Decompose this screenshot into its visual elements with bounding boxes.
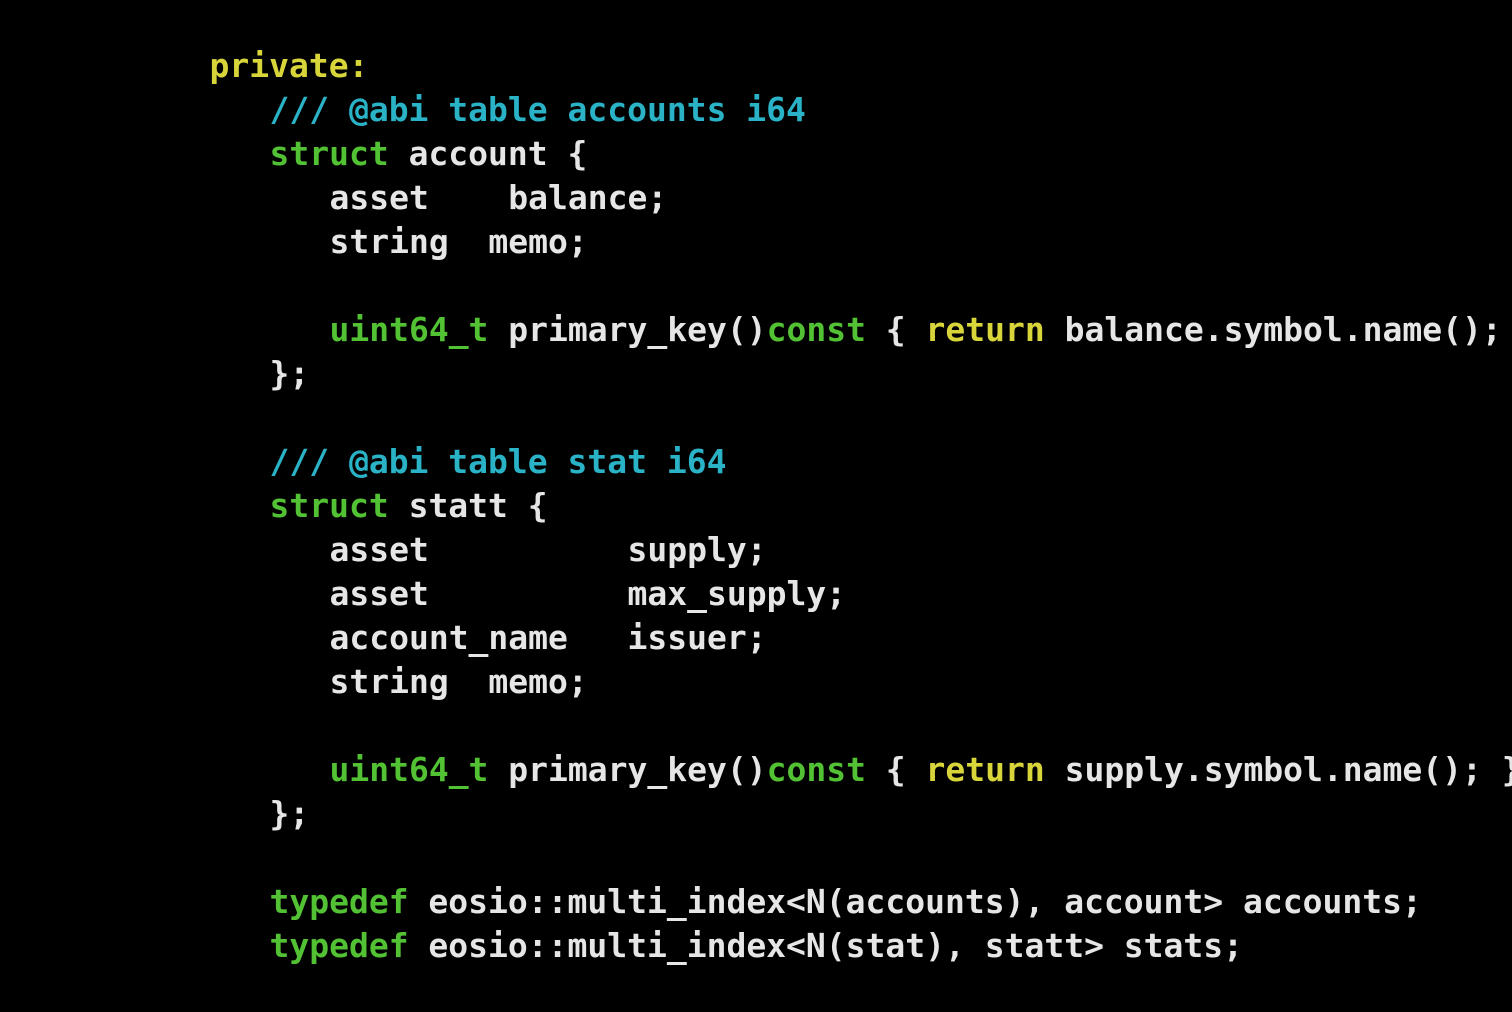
code-line: string memo; — [250, 616, 587, 701]
keyword-const: const — [766, 310, 866, 349]
code-line: uint64_t primary_key()const { return sup… — [250, 704, 1512, 789]
code-line: typedef eosio::multi_index<N(stat), stat… — [190, 880, 1243, 965]
code-line: asset balance; — [250, 132, 667, 217]
code-line: /// @abi table accounts i64 — [190, 44, 805, 129]
code-text: { — [865, 750, 926, 789]
code-line: asset max_supply; — [250, 528, 846, 613]
keyword-return: return — [925, 310, 1045, 349]
code-text: eosio::multi_index<N(stat), statt> stats… — [408, 926, 1244, 965]
code-line: }; — [190, 308, 309, 393]
code-line: struct account { — [190, 88, 587, 173]
keyword-type: uint64_t — [329, 750, 489, 789]
code-text: { — [865, 310, 926, 349]
code-line: /// @abi table stat i64 — [190, 396, 726, 481]
code-line: account_name issuer; — [250, 572, 766, 657]
code-line: string memo; — [250, 176, 587, 261]
field-declaration: string memo; — [329, 662, 588, 701]
closing-brace: }; — [269, 354, 310, 393]
code-line: uint64_t primary_key()const { return bal… — [250, 264, 1512, 349]
code-text: primary_key() — [488, 310, 767, 349]
code-line: asset supply; — [250, 484, 766, 569]
closing-brace: }; — [269, 794, 310, 833]
code-line: typedef eosio::multi_index<N(accounts), … — [190, 836, 1421, 921]
keyword-type: uint64_t — [329, 310, 489, 349]
code-line: struct statt { — [190, 440, 547, 525]
code-text: supply.symbol.name(); } — [1044, 750, 1512, 789]
code-text: primary_key() — [488, 750, 767, 789]
code-line: private: — [130, 0, 368, 85]
keyword-return: return — [925, 750, 1045, 789]
code-editor: private: /// @abi table accounts i64 str… — [0, 0, 1512, 965]
code-line: }; — [190, 748, 309, 833]
field-declaration: string memo; — [329, 222, 588, 261]
keyword-const: const — [766, 750, 866, 789]
code-text: balance.symbol.name(); } — [1044, 310, 1512, 349]
keyword-typedef: typedef — [269, 926, 409, 965]
